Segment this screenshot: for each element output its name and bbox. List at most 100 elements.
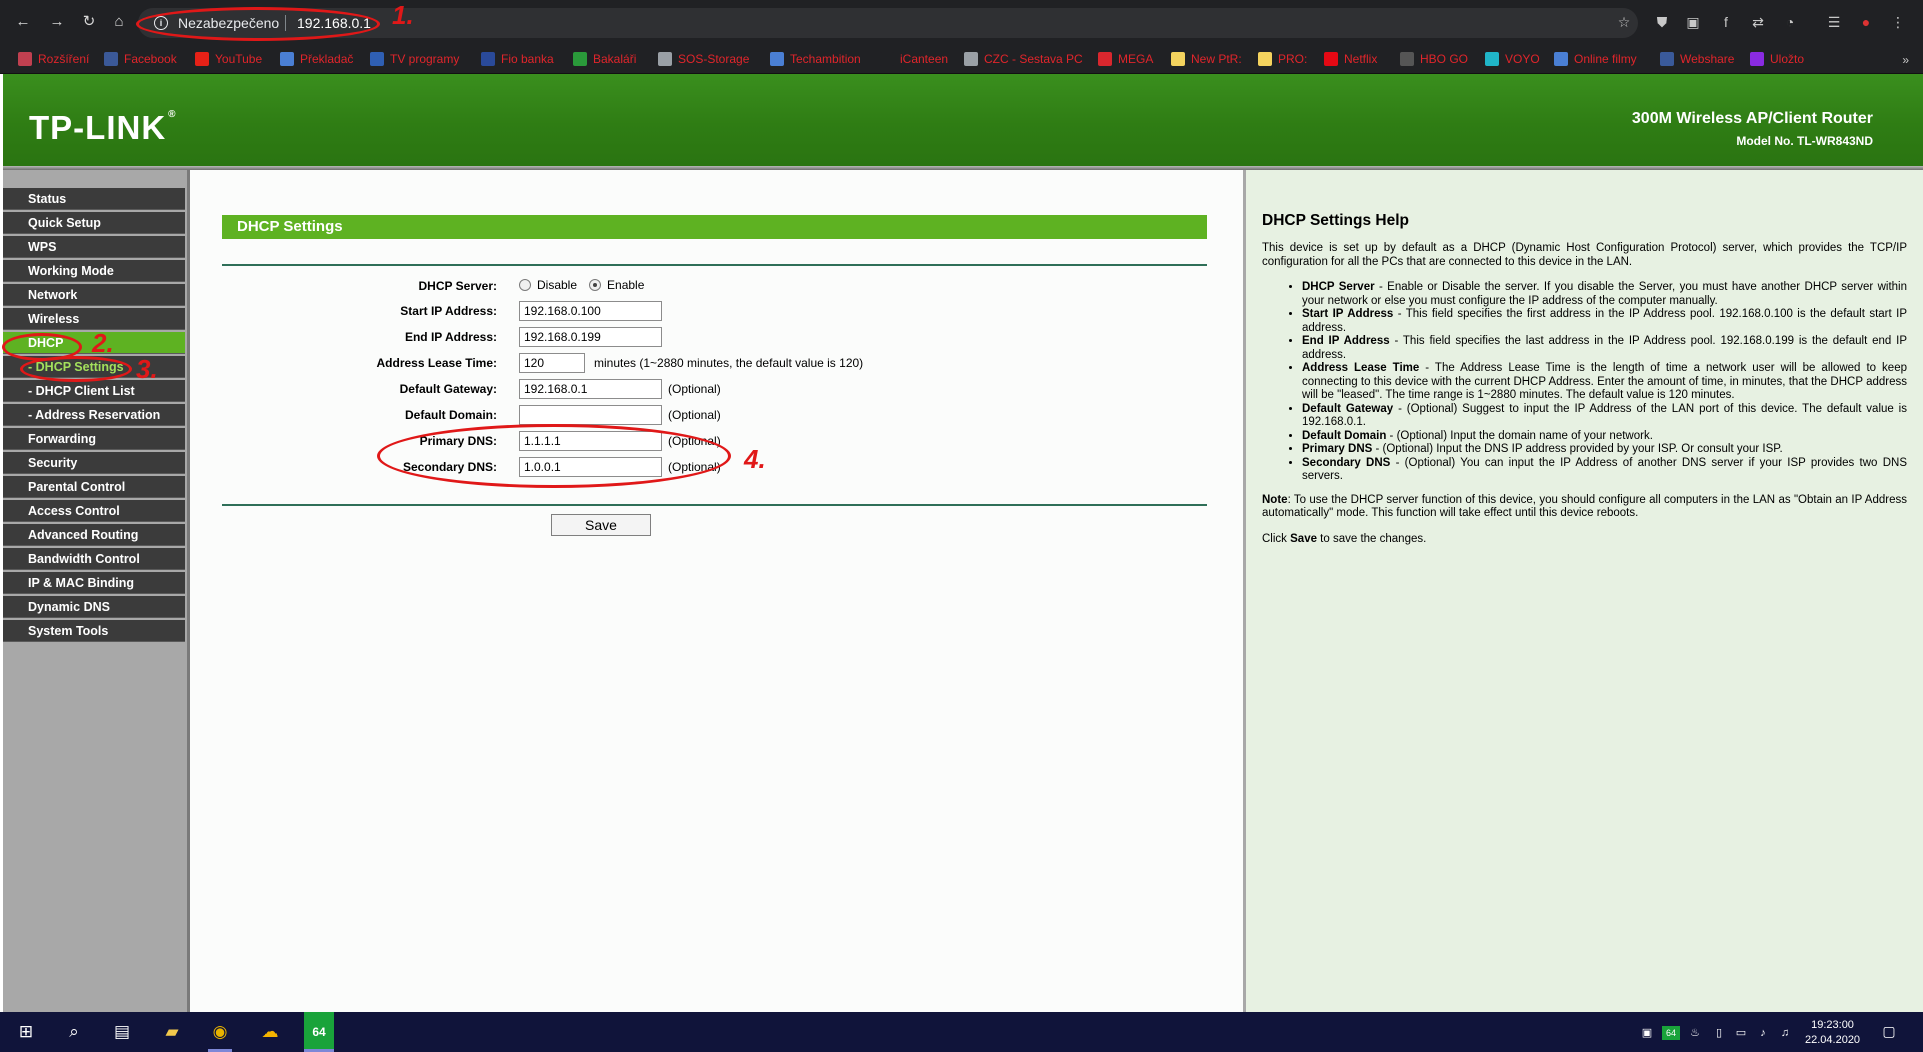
bookmarks-overflow-icon[interactable]: » [1902,53,1909,67]
shield-icon[interactable]: ⛊ [1654,14,1670,30]
sidebar-item[interactable]: IP & MAC Binding [3,572,185,594]
primary-dns-input[interactable] [519,431,662,451]
tray-app-icon[interactable]: ▣ [1640,1026,1654,1040]
sidebar-item[interactable]: Network [3,284,185,306]
disable-radio[interactable] [519,279,531,291]
sidebar-item[interactable]: Parental Control [3,476,185,498]
search-icon[interactable]: ⌕ [62,1020,86,1044]
bookmark-label: Netflix [1344,52,1378,66]
enable-radio[interactable] [589,279,602,291]
bookmark-item[interactable]: Netflix [1324,50,1377,68]
sidebar-item[interactable]: Access Control [3,500,185,522]
bookmark-item[interactable]: VOYO [1485,50,1540,68]
gateway-input[interactable] [519,379,662,399]
sidebar-item[interactable]: Bandwidth Control [3,548,185,570]
sidebar-item[interactable]: Wireless [3,308,185,330]
domain-optional: (Optional) [668,408,721,422]
save-button[interactable]: Save [551,514,651,536]
windows-start-icon[interactable]: ⊞ [14,1020,38,1044]
steam-icon[interactable]: ♨ [1688,1026,1702,1040]
end-ip-input[interactable] [519,327,662,347]
sidebar-item[interactable]: - DHCP Settings [3,356,185,378]
clock[interactable]: 19:23:00 22.04.2020 [1805,1018,1860,1048]
bookmark-item[interactable]: CZC - Sestava PC [964,50,1083,68]
bookmark-item[interactable]: SOS-Storage [658,50,749,68]
url-text[interactable]: 192.168.0.1 [297,15,371,31]
bookmark-item[interactable]: Bakaláři [573,50,636,68]
extension-icon[interactable]: ▣ [1685,14,1701,30]
sidebar-item[interactable]: Advanced Routing [3,524,185,546]
bookmark-item[interactable]: Facebook [104,50,177,68]
volume-icon[interactable]: ♫ [1778,1026,1792,1040]
notifications-icon[interactable]: ▢ [1882,1024,1896,1038]
back-icon[interactable]: ← [14,13,32,31]
sidebar-item[interactable]: DHCP [3,332,185,354]
omnibox-separator [285,15,286,31]
file-explorer-icon[interactable]: ▰ [160,1020,184,1044]
sidebar-item[interactable]: WPS [3,236,185,258]
sidebar-item[interactable]: Working Mode [3,260,185,282]
sidebar-item[interactable]: System Tools [3,620,185,642]
menu-icon[interactable]: ⋮ [1890,14,1906,30]
reload-icon[interactable]: ↻ [80,13,98,31]
bookmark-item[interactable]: HBO GO [1400,50,1468,68]
bookmark-item[interactable]: Online filmy [1554,50,1637,68]
lease-time-input[interactable] [519,353,585,373]
forward-icon[interactable]: → [48,13,66,31]
reading-list-icon[interactable]: ☰ [1826,14,1842,30]
bookmark-item[interactable]: PRO: [1258,50,1307,68]
weather-icon[interactable]: ☁ [258,1020,282,1044]
facebook-icon[interactable]: f [1718,14,1734,30]
main-content: DHCP Settings DHCP Server: Disable Enabl… [190,170,1243,1012]
help-intro: This device is set up by default as a DH… [1262,242,1907,268]
bookmark-item[interactable]: Uložto [1750,50,1804,68]
end-ip-row: End IP Address: [222,326,1207,348]
bookmark-icon [1400,52,1414,66]
enable-label: Enable [607,278,645,292]
bookmark-label: CZC - Sestava PC [984,52,1083,66]
bookmark-item[interactable]: New PtR: [1171,50,1242,68]
sidebar-item[interactable]: - DHCP Client List [3,380,185,402]
primary-dns-optional: (Optional) [668,434,721,448]
usb-icon[interactable]: ▯ [1712,1026,1726,1040]
home-icon[interactable]: ⌂ [110,13,128,31]
sidebar-item[interactable]: Status [3,188,185,210]
bookmark-label: Překladač [300,52,354,66]
bookmark-item[interactable]: Rozšíření [18,50,89,68]
network-icon[interactable]: ▭ [1734,1026,1748,1040]
bookmark-item[interactable]: iCanteen [880,50,948,68]
bookmark-item[interactable]: Překladač [280,50,353,68]
domain-input[interactable] [519,405,662,425]
bookmark-icon [770,52,784,66]
address-bar[interactable]: i Nezabezpečeno 192.168.0.1 ☆ [138,8,1638,38]
info-icon[interactable]: i [154,16,168,30]
gauge-icon[interactable]: ◔ [1782,14,1798,30]
sidebar-item[interactable]: Forwarding [3,428,185,450]
bookmark-item[interactable]: TV programy [370,50,459,68]
chrome-icon[interactable]: ◉ [208,1012,232,1052]
bookmark-item[interactable]: Techambition [770,50,861,68]
tray-64-icon[interactable]: 64 [1662,1026,1680,1040]
help-list-item: Default Gateway - (Optional) Suggest to … [1302,403,1907,430]
help-list-item: Secondary DNS - (Optional) You can input… [1302,457,1907,484]
speaker-icon[interactable]: ♪ [1756,1026,1770,1040]
bookmark-item[interactable]: Webshare [1660,50,1734,68]
start-ip-input[interactable] [519,301,662,321]
sidebar-item[interactable]: Quick Setup [3,212,185,234]
model-number: Model No. TL-WR843ND [1736,134,1873,148]
sidebar-item[interactable]: Security [3,452,185,474]
bookmark-icon [18,52,32,66]
sidebar-item[interactable]: - Address Reservation [3,404,185,426]
star-icon[interactable]: ☆ [1616,14,1632,30]
translate-icon[interactable]: ⇄ [1750,14,1766,30]
profile-avatar-icon[interactable]: ● [1858,14,1874,30]
bookmark-item[interactable]: Fio banka [481,50,554,68]
sidebar-item[interactable]: Dynamic DNS [3,596,185,618]
bookmark-item[interactable]: MEGA [1098,50,1153,68]
task-view-icon[interactable]: ▤ [110,1020,134,1044]
secondary-dns-input[interactable] [519,457,662,477]
app-64-icon[interactable]: 64 [304,1012,334,1052]
bookmark-item[interactable]: YouTube [195,50,262,68]
bookmark-label: Webshare [1680,52,1735,66]
bookmark-label: TV programy [390,52,460,66]
